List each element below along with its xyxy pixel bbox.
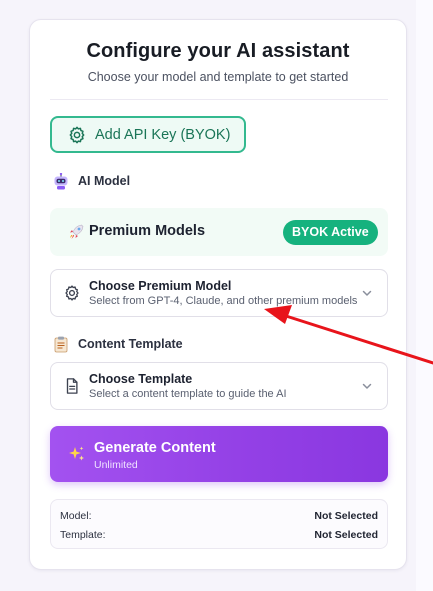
page-edge bbox=[416, 0, 433, 591]
model-select-description: Select from GPT-4, Claude, and other pre… bbox=[89, 295, 358, 307]
summary-model-value: Not Selected bbox=[314, 510, 378, 522]
template-select[interactable]: Choose Template Select a content templat… bbox=[50, 362, 388, 410]
sparkle-icon bbox=[68, 445, 86, 463]
content-template-text: Content Template bbox=[78, 337, 183, 351]
summary-template-value: Not Selected bbox=[314, 529, 378, 541]
template-select-description: Select a content template to guide the A… bbox=[89, 388, 287, 400]
config-card: Configure your AI assistant Choose your … bbox=[29, 19, 407, 570]
add-api-key-label: Add API Key (BYOK) bbox=[95, 126, 231, 143]
clipboard-icon bbox=[52, 335, 70, 353]
page-title: Configure your AI assistant bbox=[86, 40, 350, 62]
template-select-title: Choose Template bbox=[89, 372, 193, 386]
rocket-icon bbox=[67, 223, 85, 241]
add-api-key-button[interactable]: Add API Key (BYOK) bbox=[50, 116, 246, 153]
chevron-down-icon bbox=[361, 287, 373, 299]
model-select[interactable]: Choose Premium Model Select from GPT-4, … bbox=[50, 269, 388, 317]
byok-status-badge: BYOK Active bbox=[283, 220, 378, 245]
generate-content-subtitle: Unlimited bbox=[94, 459, 138, 471]
content-template-label: Content Template bbox=[52, 335, 183, 353]
ai-model-text: AI Model bbox=[78, 174, 131, 188]
premium-models-title: Premium Models bbox=[89, 223, 206, 239]
summary-template-label: Template: bbox=[60, 529, 106, 541]
robot-icon bbox=[52, 172, 70, 190]
gear-icon bbox=[63, 284, 81, 302]
gear-icon bbox=[67, 125, 87, 145]
summary-model-row: Model: Not Selected bbox=[60, 510, 378, 522]
generate-content-button[interactable]: Generate Content Unlimited bbox=[50, 426, 388, 482]
generate-content-title: Generate Content bbox=[94, 440, 216, 456]
ai-model-label: AI Model bbox=[52, 172, 130, 190]
selection-summary: Model: Not Selected Template: Not Select… bbox=[50, 499, 388, 549]
divider bbox=[50, 99, 388, 100]
premium-models-banner: Premium Models BYOK Active bbox=[50, 208, 388, 256]
summary-template-row: Template: Not Selected bbox=[60, 529, 378, 541]
page-subtitle: Choose your model and template to get st… bbox=[87, 70, 349, 84]
model-select-title: Choose Premium Model bbox=[89, 279, 232, 293]
chevron-down-icon bbox=[361, 380, 373, 392]
summary-model-label: Model: bbox=[60, 510, 92, 522]
document-icon bbox=[63, 377, 81, 395]
